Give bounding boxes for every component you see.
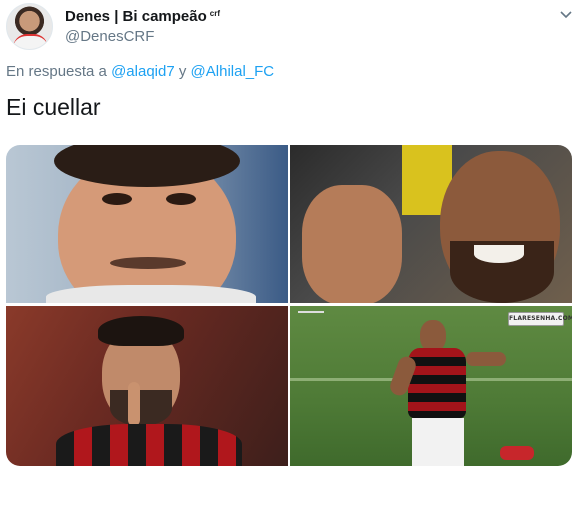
reply-context: En respuesta a @alaqid7 y @Alhilal_FC xyxy=(6,63,274,80)
eye-right xyxy=(166,193,196,205)
sock-shape xyxy=(500,446,534,460)
jersey-shape xyxy=(408,348,466,418)
avatar[interactable] xyxy=(6,3,53,50)
display-name[interactable]: Denes | Bi campeão xyxy=(65,8,207,25)
media-image[interactable]: FLARESENHA.COM xyxy=(290,306,572,466)
media-watermark: FLARESENHA.COM xyxy=(508,312,572,326)
author-handle[interactable]: @DenesCRF xyxy=(65,28,154,45)
media-image[interactable] xyxy=(6,306,288,466)
chevron-down-icon[interactable] xyxy=(560,9,572,21)
author-name-row: Denes | Bi campeão crf xyxy=(65,8,220,25)
name-suffix: crf xyxy=(209,9,220,18)
hand-shape xyxy=(302,185,402,303)
eye-left xyxy=(102,193,132,205)
mention-link[interactable]: @Alhilal_FC xyxy=(191,63,275,80)
smile-shape xyxy=(474,245,524,263)
reply-prefix: En respuesta a xyxy=(6,63,107,80)
avatar-shirt xyxy=(13,34,48,49)
mention-link[interactable]: @alaqid7 xyxy=(111,63,175,80)
media-image[interactable] xyxy=(290,145,572,303)
jersey-shape xyxy=(56,424,242,466)
score-bar xyxy=(298,311,324,313)
tweet: Denes | Bi campeão crf @DenesCRF En resp… xyxy=(0,0,582,508)
shorts-shape xyxy=(412,418,464,466)
tweet-text: Ei cuellar xyxy=(6,94,101,120)
beard-shape xyxy=(110,390,172,426)
shirt-shape xyxy=(46,285,256,303)
finger-shape xyxy=(128,382,140,426)
media-grid: FLARESENHA.COM xyxy=(6,145,572,466)
arm-right xyxy=(466,352,506,366)
media-image[interactable] xyxy=(6,145,288,303)
hair-shape xyxy=(98,316,184,346)
reply-connector: y xyxy=(178,63,187,80)
mustache-shape xyxy=(110,257,186,269)
